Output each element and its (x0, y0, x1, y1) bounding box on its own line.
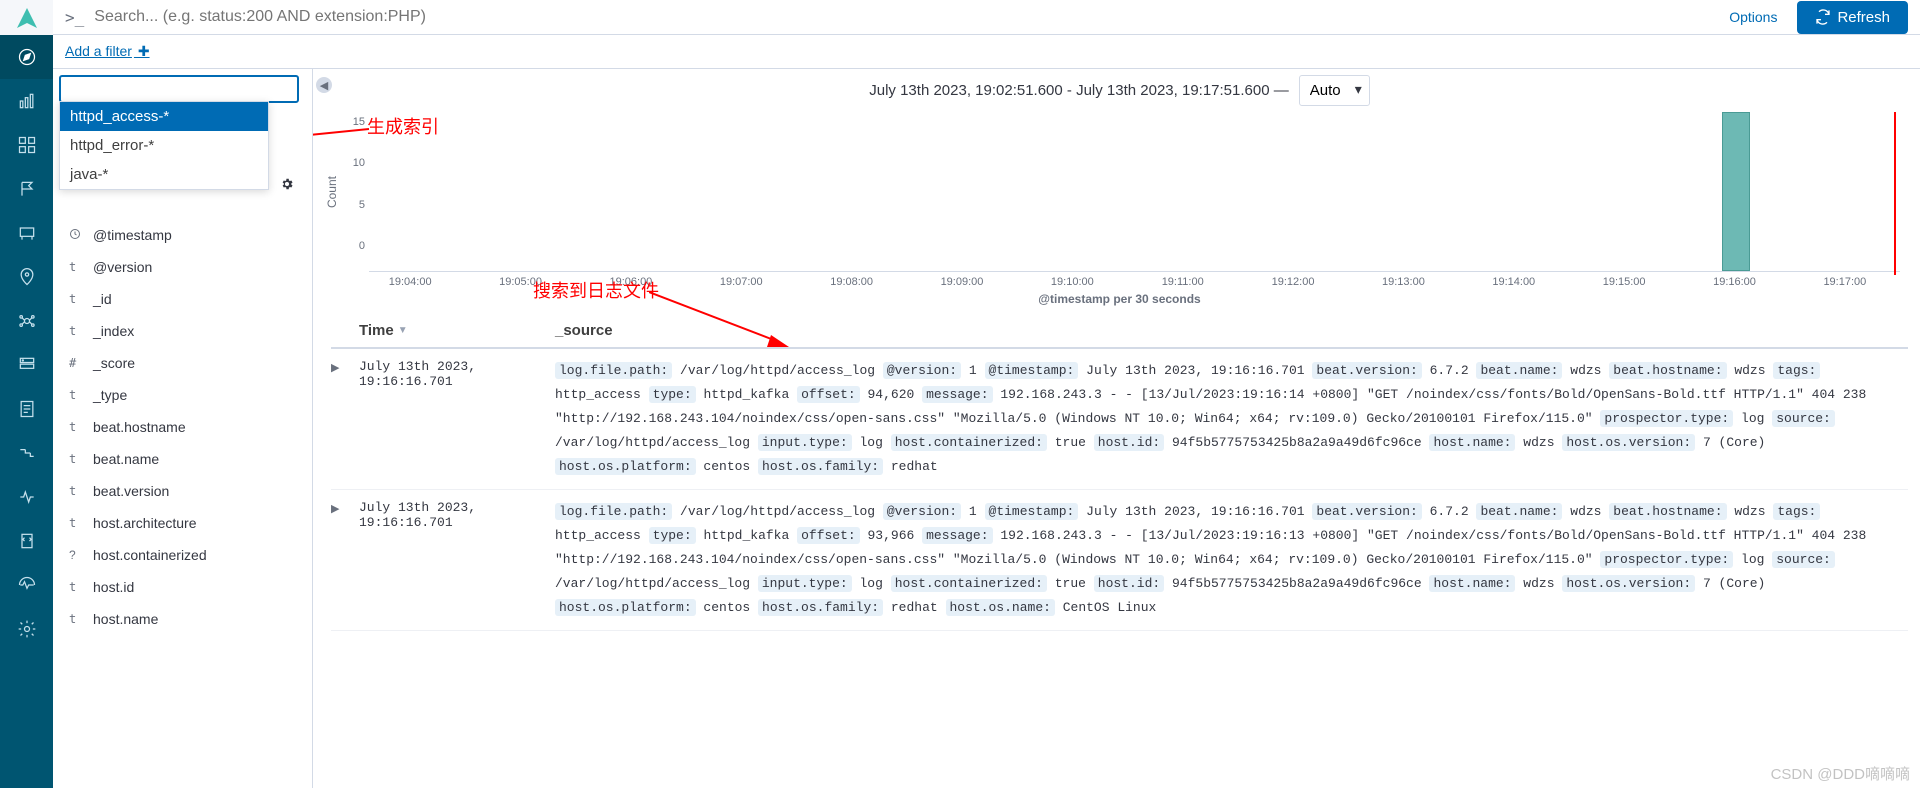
field-item[interactable]: t host.name (59, 603, 312, 635)
row-source: log.file.path: /var/log/httpd/access_log… (555, 359, 1908, 479)
refresh-label: Refresh (1837, 9, 1890, 26)
time-range-text: July 13th 2023, 19:02:51.600 - July 13th… (869, 82, 1288, 99)
nav-rail (0, 0, 53, 788)
top-search-bar: >_ Options Refresh (53, 0, 1920, 35)
field-name: _id (93, 291, 112, 307)
nav-logs-icon[interactable] (0, 387, 53, 431)
field-item[interactable]: t beat.name (59, 443, 312, 475)
histogram-chart[interactable]: Count 151050 (319, 112, 1920, 272)
field-name: host.containerized (93, 547, 207, 563)
column-header-time[interactable]: Time ▼ (359, 322, 555, 339)
add-filter-link[interactable]: Add a filter ✚ (65, 43, 150, 59)
annotation-found-log: 搜索到日志文件 (533, 277, 659, 303)
field-name: host.name (93, 611, 158, 627)
field-list: @timestampt@versiont_idt_index#_scoret_t… (59, 219, 312, 635)
row-time: July 13th 2023, 19:16:16.701 (359, 359, 555, 479)
nav-dashboard-icon[interactable] (0, 123, 53, 167)
refresh-button[interactable]: Refresh (1797, 1, 1908, 34)
field-type-icon: t (69, 260, 83, 274)
index-pattern-input[interactable] (59, 75, 299, 103)
field-name: _index (93, 323, 134, 339)
arrow-icon (313, 121, 369, 151)
field-item[interactable]: t @version (59, 251, 312, 283)
field-name: _score (93, 355, 135, 371)
histogram-bar[interactable] (1722, 112, 1750, 271)
field-name: @version (93, 259, 152, 275)
nav-uptime-icon[interactable] (0, 475, 53, 519)
field-item[interactable]: t beat.hostname (59, 411, 312, 443)
field-name: host.architecture (93, 515, 197, 531)
nav-ml-icon[interactable] (0, 299, 53, 343)
field-item[interactable]: @timestamp (59, 219, 312, 251)
nav-apm-icon[interactable] (0, 431, 53, 475)
nav-infrastructure-icon[interactable] (0, 343, 53, 387)
nav-visualize-icon[interactable] (0, 79, 53, 123)
options-link[interactable]: Options (1729, 9, 1777, 25)
plus-icon: ✚ (134, 43, 150, 59)
field-type-icon: t (69, 484, 83, 498)
field-type-icon: t (69, 580, 83, 594)
field-type-icon: ? (69, 548, 83, 562)
gear-icon[interactable] (280, 177, 294, 194)
field-name: @timestamp (93, 227, 172, 243)
field-type-icon: t (69, 516, 83, 530)
field-name: beat.version (93, 483, 169, 499)
arrow-icon (649, 287, 799, 357)
field-name: beat.hostname (93, 419, 186, 435)
results-table: Time ▼ _source ▶July 13th 2023, 19:16:16… (319, 314, 1920, 788)
nav-devtools-icon[interactable] (0, 519, 53, 563)
row-time: July 13th 2023, 19:16:16.701 (359, 500, 555, 620)
y-axis-label: Count (323, 176, 341, 208)
field-name: beat.name (93, 451, 159, 467)
field-type-icon: t (69, 452, 83, 466)
nav-timelion-icon[interactable] (0, 167, 53, 211)
filter-bar: Add a filter ✚ (53, 35, 1920, 69)
refresh-icon (1815, 9, 1831, 25)
chart-plot-area (369, 112, 1900, 272)
logo-icon[interactable] (0, 0, 53, 35)
nav-discover-icon[interactable] (0, 35, 53, 79)
time-range-row: July 13th 2023, 19:02:51.600 - July 13th… (319, 69, 1920, 112)
now-marker (1894, 112, 1896, 275)
field-type-icon: t (69, 388, 83, 402)
field-item[interactable]: t _type (59, 379, 312, 411)
field-type-icon: t (69, 420, 83, 434)
collapse-sidebar-icon[interactable]: ◀ (316, 77, 332, 93)
expand-row-icon[interactable]: ▶ (331, 359, 359, 479)
interval-select[interactable]: Auto (1299, 75, 1370, 106)
table-row: ▶July 13th 2023, 19:16:16.701 log.file.p… (331, 349, 1908, 490)
field-item[interactable]: t host.id (59, 571, 312, 603)
field-name: host.id (93, 579, 134, 595)
row-source: log.file.path: /var/log/httpd/access_log… (555, 500, 1908, 620)
field-item[interactable]: t host.architecture (59, 507, 312, 539)
nav-monitoring-icon[interactable] (0, 563, 53, 607)
field-name: _type (93, 387, 127, 403)
field-item[interactable]: t beat.version (59, 475, 312, 507)
field-type-icon: t (69, 324, 83, 338)
field-type-icon: # (69, 356, 83, 370)
field-item[interactable]: ? host.containerized (59, 539, 312, 571)
field-type-icon (69, 228, 83, 243)
field-item[interactable]: t _id (59, 283, 312, 315)
field-type-icon: t (69, 612, 83, 626)
index-option-httpd-access[interactable]: httpd_access-* (60, 102, 268, 131)
watermark: CSDN @DDD嘀嘀嘀 (1771, 763, 1910, 784)
field-type-icon: t (69, 292, 83, 306)
search-input[interactable] (94, 8, 1709, 26)
nav-canvas-icon[interactable] (0, 211, 53, 255)
index-pattern-dropdown: httpd_access-* httpd_error-* java-* (59, 101, 269, 190)
field-item[interactable]: # _score (59, 347, 312, 379)
search-prompt-icon: >_ (65, 8, 84, 27)
field-sidebar: ◀ httpd_access-* httpd_error-* java-* @t… (53, 69, 313, 788)
index-option-httpd-error[interactable]: httpd_error-* (60, 131, 268, 160)
nav-maps-icon[interactable] (0, 255, 53, 299)
sort-caret-icon: ▼ (398, 325, 408, 336)
table-row: ▶July 13th 2023, 19:16:16.701 log.file.p… (331, 490, 1908, 631)
field-item[interactable]: t _index (59, 315, 312, 347)
index-option-java[interactable]: java-* (60, 160, 268, 189)
nav-management-icon[interactable] (0, 607, 53, 651)
expand-row-icon[interactable]: ▶ (331, 500, 359, 620)
